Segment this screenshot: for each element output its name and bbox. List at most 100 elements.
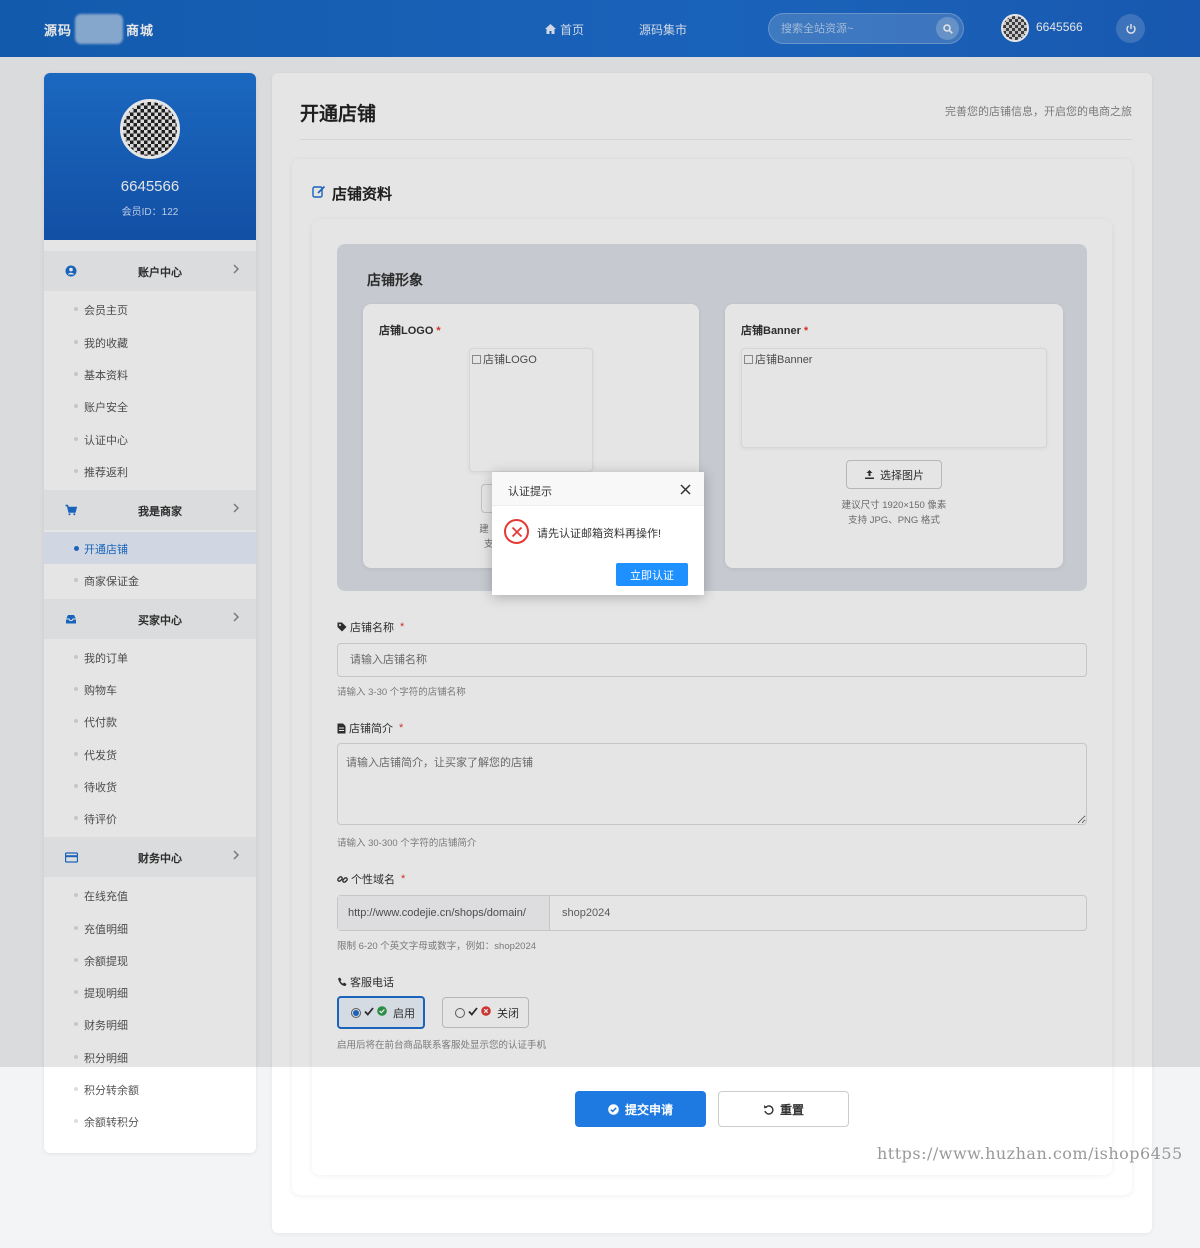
logo-text-left: 源码 (44, 22, 73, 38)
nav-source-market[interactable]: 源码集市 (639, 21, 687, 38)
shop-name-hint: 请输入 3-30 个字符的店铺名称 (337, 687, 466, 698)
reset-button[interactable]: 重置 (718, 1091, 849, 1127)
profile-member-id: 会员ID：122 (121, 207, 179, 218)
section-title: 账户中心 (138, 267, 182, 279)
section-title: 买家中心 (138, 615, 182, 627)
close-button[interactable] (678, 482, 692, 496)
site-logo[interactable]: 源码 商城 (44, 12, 168, 46)
nav-home[interactable]: 首页 (545, 21, 584, 38)
sidebar-item-favorites[interactable]: 我的收藏 (44, 326, 256, 358)
main-panel: 开通店铺 完善您的店铺信息，开启您的电商之旅 店铺资料 店铺形象 店铺LOGO *… (272, 73, 1152, 1233)
sidebar-item-finance-detail[interactable]: 财务明细 (44, 1008, 256, 1040)
logo-blurred-mark (75, 14, 124, 44)
sidebar: 6645566 会员ID：122 账户中心 会员主页 我的收藏 基本资料 账户安… (44, 73, 256, 1153)
submit-button[interactable]: 提交申请 (575, 1091, 706, 1127)
watermark-text: https://www.huzhan.com/ishop6455 (877, 1144, 1183, 1163)
logout-button[interactable] (1116, 14, 1145, 43)
search-input[interactable] (781, 21, 931, 37)
domain-label: 个性域名 * (337, 871, 405, 887)
radio-checked[interactable] (351, 1007, 361, 1018)
logo-hint: 建支 (479, 524, 494, 550)
sidebar-item-points-to-balance[interactable]: 积分转余额 (44, 1073, 256, 1105)
sidebar-item-basic-info[interactable]: 基本资料 (44, 358, 256, 390)
x-circle-icon (481, 1006, 491, 1019)
power-icon (1125, 23, 1136, 34)
section-buyer-center[interactable]: 买家中心 (44, 599, 256, 639)
profile-avatar[interactable] (120, 99, 180, 159)
shop-intro-hint: 请输入 30-300 个字符的店铺简介 (337, 838, 477, 849)
broken-image-icon (744, 354, 753, 364)
page-title: 开通店铺 (300, 104, 377, 125)
header-username[interactable]: 6645566 (1036, 20, 1083, 34)
link-icon (337, 875, 348, 883)
sidebar-item-balance-to-points[interactable]: 余额转积分 (44, 1105, 256, 1137)
section-title: 财务中心 (138, 853, 182, 865)
sidebar-item-open-shop[interactable]: 开通店铺 (44, 532, 256, 564)
dialog-header: 认证提示 (492, 472, 704, 506)
sidebar-item-withdraw[interactable]: 余额提现 (44, 944, 256, 976)
sidebar-item-pending-review[interactable]: 待评价 (44, 802, 256, 834)
user-avatar[interactable] (1001, 14, 1029, 42)
card-title: 店铺资料 (332, 186, 393, 203)
phone-enable-option[interactable]: 启用 (337, 996, 425, 1029)
nav-home-label: 首页 (560, 23, 585, 37)
section-merchant[interactable]: 我是商家 (44, 490, 256, 530)
section-account-center[interactable]: 账户中心 (44, 251, 256, 291)
sidebar-item-online-recharge[interactable]: 在线充值 (44, 879, 256, 911)
section-title: 我是商家 (138, 506, 182, 518)
check-icon (468, 1006, 478, 1019)
banner-choose-button[interactable]: 选择图片 (846, 460, 942, 489)
sidebar-item-pending-payment[interactable]: 代付款 (44, 705, 256, 737)
chevron-right-icon (232, 849, 240, 864)
phone-disable-option[interactable]: 关闭 (442, 997, 529, 1028)
image-panel-title: 店铺形象 (367, 272, 423, 288)
logo-preview[interactable]: 店铺LOGO (469, 348, 593, 472)
top-navbar: 源码 商城 首页 源码集市 6645566 (0, 0, 1200, 57)
sidebar-item-points-detail[interactable]: 积分明细 (44, 1041, 256, 1073)
domain-prefix: http://www.codejie.cn/shops/domain/ (338, 896, 550, 930)
profile-card: 6645566 会员ID：122 (44, 73, 256, 240)
edit-icon (312, 185, 326, 202)
sidebar-item-account-security[interactable]: 账户安全 (44, 390, 256, 422)
radio-unchecked[interactable] (455, 1007, 465, 1018)
check-circle-icon (377, 1006, 387, 1019)
shop-intro-label: 店铺简介 * (337, 720, 403, 736)
domain-input[interactable]: shop2024 (562, 907, 610, 919)
sidebar-item-pending-shipment[interactable]: 代发货 (44, 738, 256, 770)
shop-image-panel: 店铺形象 店铺LOGO * 店铺LOGO 建支 店铺Banner * 店铺Banne… (337, 244, 1087, 591)
home-icon (545, 23, 556, 37)
upload-icon (865, 470, 874, 479)
close-icon (679, 483, 691, 495)
sidebar-item-referral[interactable]: 推荐返利 (44, 455, 256, 487)
sidebar-item-withdraw-detail[interactable]: 提现明细 (44, 976, 256, 1008)
logo-text-right: 商城 (126, 22, 155, 38)
banner-preview[interactable]: 店铺Banner (741, 348, 1047, 448)
phone-hint: 启用后将在前台商品联系客服处显示您的认证手机 (337, 1040, 547, 1051)
banner-hint: 建议尺寸 1920×150 像素 支持 JPG、PNG 格式 (841, 500, 947, 526)
sidebar-item-pending-receipt[interactable]: 待收货 (44, 770, 256, 802)
section-finance-center[interactable]: 财务中心 (44, 837, 256, 877)
sidebar-item-member-home[interactable]: 会员主页 (44, 293, 256, 325)
sidebar-item-verification[interactable]: 认证中心 (44, 423, 256, 455)
sidebar-item-merchant-deposit[interactable]: 商家保证金 (44, 564, 256, 596)
card-header: 店铺资料 (312, 183, 392, 204)
shop-intro-textarea[interactable] (337, 743, 1087, 825)
chevron-right-icon (232, 263, 240, 278)
sidebar-item-my-orders[interactable]: 我的订单 (44, 641, 256, 673)
phone-icon (338, 977, 347, 986)
error-icon (504, 519, 529, 544)
page-subtitle: 完善您的店铺信息，开启您的电商之旅 (945, 106, 1132, 118)
sidebar-item-cart[interactable]: 购物车 (44, 673, 256, 705)
verify-now-button[interactable]: 立即认证 (616, 563, 688, 586)
search-button[interactable] (936, 17, 959, 40)
banner-label: 店铺Banner * (741, 325, 809, 337)
banner-card: 店铺Banner * 店铺Banner 选择图片 建议尺寸 1920×150 像素… (725, 304, 1063, 568)
tag-icon (337, 622, 347, 632)
domain-hint: 限制 6-20 个英文字母或数字，例如：shop2024 (337, 941, 537, 952)
shop-name-input[interactable] (337, 643, 1087, 677)
logo-label: 店铺LOGO * (379, 325, 441, 337)
sidebar-item-recharge-detail[interactable]: 充值明细 (44, 912, 256, 944)
chevron-right-icon (232, 611, 240, 626)
divider (300, 139, 1132, 140)
nav-source-market-label: 源码集市 (639, 23, 688, 37)
